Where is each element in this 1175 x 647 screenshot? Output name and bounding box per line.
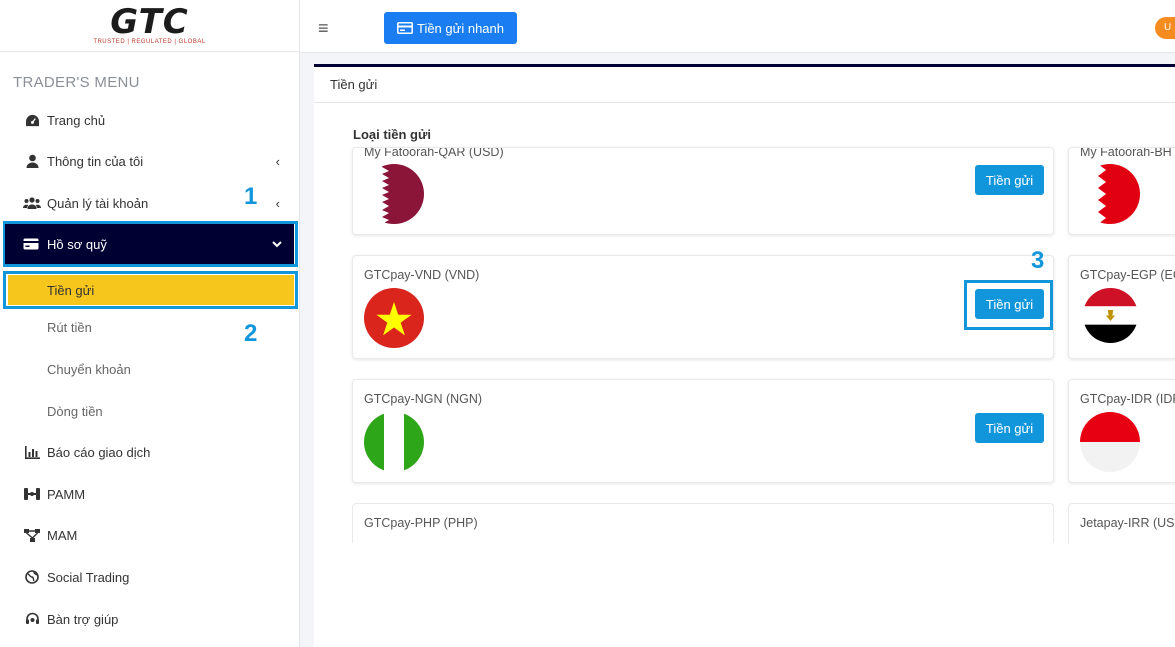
- sidebar-item-profile[interactable]: Thông tin của tôi ‹: [0, 142, 300, 180]
- deposit-button-ngn[interactable]: Tiền gửi: [975, 413, 1044, 443]
- indonesia-flag-icon: [1080, 412, 1140, 472]
- sidebar-item-label: Trang chủ: [47, 112, 106, 128]
- users-icon: [22, 197, 42, 209]
- sidebar-item-mam[interactable]: MAM: [0, 516, 300, 554]
- sidebar-item-funds[interactable]: Hồ sơ quỹ: [5, 224, 294, 264]
- sidebar-item-label: MAM: [47, 527, 78, 543]
- card-icon: [21, 238, 41, 250]
- nigeria-flag-icon: [364, 412, 424, 472]
- card-name: GTCpay-EGP (EG: [1080, 268, 1175, 282]
- sub-item-withdraw[interactable]: Rút tiền: [47, 320, 92, 335]
- payment-card-egp: GTCpay-EGP (EG: [1068, 255, 1175, 359]
- user-avatar[interactable]: U: [1155, 17, 1175, 39]
- sidebar-item-label: Quản lý tài khoản: [47, 195, 149, 211]
- sidebar-item-label: Bàn trợ giúp: [47, 611, 119, 627]
- chevron-down-icon: [272, 237, 282, 251]
- quick-deposit-button[interactable]: Tiền gửi nhanh: [384, 12, 517, 44]
- sub-item-cashflow[interactable]: Dòng tiền: [47, 404, 103, 419]
- section-label: Loại tiền gửi: [353, 127, 432, 142]
- quick-deposit-label: Tiền gửi nhanh: [416, 20, 504, 36]
- sidebar-item-label: Hồ sơ quỹ: [47, 236, 107, 252]
- chevron-left-icon: ‹: [275, 153, 280, 169]
- pamm-icon: [22, 488, 42, 500]
- egypt-flag-icon: [1083, 288, 1138, 343]
- card-name: GTCpay-VND (VND): [364, 268, 480, 282]
- chevron-left-icon: ‹: [275, 195, 280, 211]
- globe-icon: [22, 570, 42, 584]
- headset-icon: [22, 612, 42, 626]
- payment-card-php: GTCpay-PHP (PHP): [352, 503, 1054, 543]
- user-icon: [22, 154, 42, 168]
- sidebar-item-label: PAMM: [47, 486, 86, 502]
- logo[interactable]: GTC TRUSTED | REGULATED | GLOBAL: [0, 0, 299, 52]
- step-number-3: 3: [1031, 247, 1045, 274]
- card-name: GTCpay-IDR (IDR: [1080, 392, 1175, 406]
- payment-card-irr: Jetapay-IRR (US: [1068, 503, 1175, 543]
- card-name: My Fatoorah-QAR (USD): [364, 147, 504, 159]
- menu-toggle-icon[interactable]: ≡: [318, 18, 329, 39]
- card-name: GTCpay-PHP (PHP): [364, 516, 478, 530]
- qatar-flag-icon: [364, 164, 424, 224]
- money-icon: [397, 22, 413, 34]
- card-name: GTCpay-NGN (NGN): [364, 392, 483, 406]
- sidebar-item-pamm[interactable]: PAMM: [0, 475, 300, 513]
- payment-card-ngn: GTCpay-NGN (NGN) Tiền gửi: [352, 379, 1054, 483]
- topbar: ≡ Tiền gửi nhanh U: [300, 0, 1175, 53]
- highlight-frame-3: [964, 280, 1053, 330]
- dashboard-icon: [22, 114, 42, 127]
- logo-text: GTC: [110, 2, 189, 42]
- network-icon: [22, 528, 42, 542]
- sub-item-deposit[interactable]: Tiền gửi: [8, 275, 294, 305]
- menu-title: TRADER'S MENU: [13, 74, 140, 91]
- deposit-panel: Tiền gửi Loại tiền gửi My Fatoorah-QAR (…: [314, 64, 1175, 647]
- card-name: My Fatoorah-BH: [1080, 147, 1172, 159]
- sidebar-item-social-trading[interactable]: Social Trading: [0, 558, 300, 596]
- logo-tagline: TRUSTED | REGULATED | GLOBAL: [93, 39, 206, 45]
- step-number-1: 1: [244, 183, 258, 210]
- sidebar: GTC TRUSTED | REGULATED | GLOBAL TRADER'…: [0, 0, 300, 647]
- sidebar-item-label: Social Trading: [47, 569, 130, 585]
- payment-card-vnd: GTCpay-VND (VND) Tiền gửi: [352, 255, 1054, 359]
- card-name: Jetapay-IRR (US: [1080, 516, 1175, 530]
- payment-card-qar: My Fatoorah-QAR (USD) Tiền gửi: [352, 147, 1054, 235]
- sidebar-item-label: Báo cáo giao dịch: [47, 444, 151, 460]
- sidebar-item-label: Thông tin của tôi: [47, 153, 144, 169]
- payment-card-bhd: My Fatoorah-BH: [1068, 147, 1175, 235]
- sidebar-item-home[interactable]: Trang chủ: [0, 101, 300, 139]
- bar-chart-icon: [22, 445, 42, 459]
- vietnam-flag-icon: [364, 288, 424, 348]
- deposit-button-qar[interactable]: Tiền gửi: [975, 165, 1044, 195]
- bahrain-flag-icon: [1080, 164, 1140, 224]
- payment-card-idr: GTCpay-IDR (IDR: [1068, 379, 1175, 483]
- panel-title: Tiền gửi: [314, 67, 1175, 103]
- sidebar-item-helpdesk[interactable]: Bàn trợ giúp: [0, 600, 300, 638]
- sidebar-item-trade-report[interactable]: Báo cáo giao dịch: [0, 433, 300, 471]
- step-number-2: 2: [244, 320, 258, 347]
- sub-item-transfer[interactable]: Chuyển khoản: [47, 362, 131, 377]
